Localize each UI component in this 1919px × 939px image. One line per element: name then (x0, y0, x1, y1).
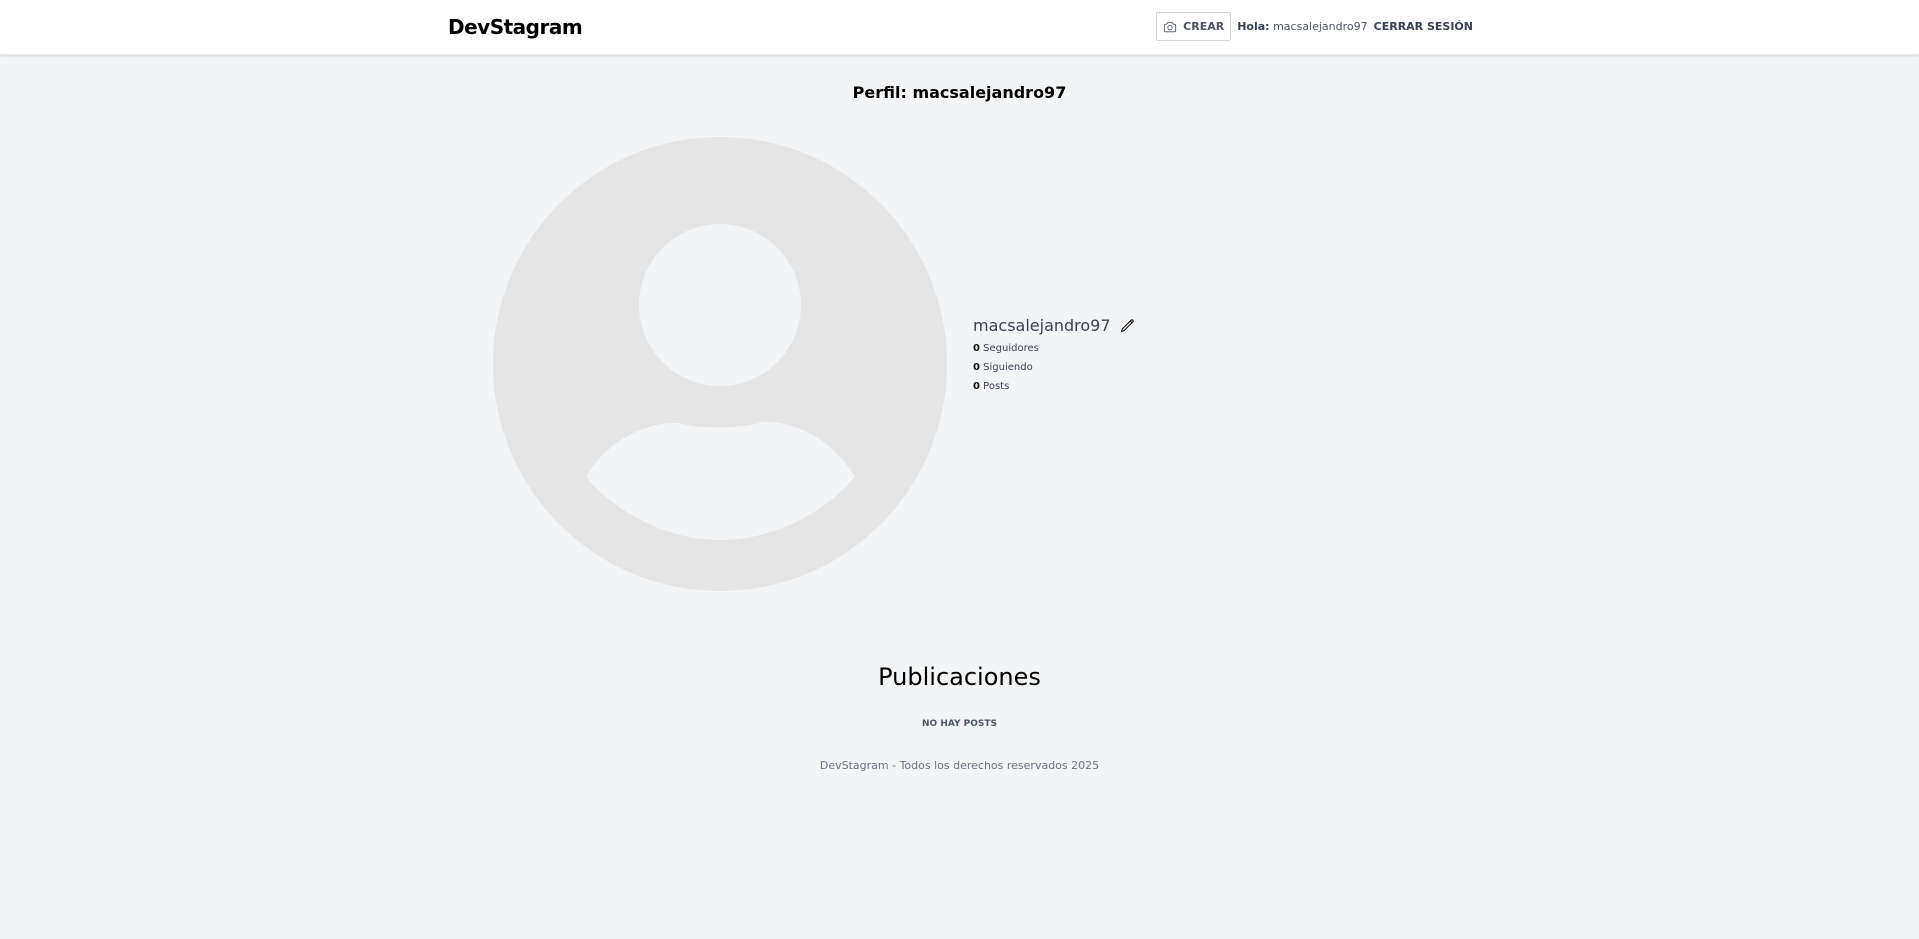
empty-posts-message: NO HAY POSTS (922, 719, 997, 729)
create-post-button[interactable]: CREAR (1156, 12, 1232, 41)
user-avatar-placeholder (493, 137, 947, 591)
following-count: 0 (973, 362, 980, 373)
greeting-username: macsalejandro97 (1273, 20, 1368, 33)
followers-label: Seguidores (983, 343, 1039, 354)
followers-stat[interactable]: 0 Seguidores (973, 343, 1135, 354)
username-row: macsalejandro97 (973, 316, 1135, 335)
followers-count: 0 (973, 343, 980, 354)
top-navbar: DevStagram CREAR Hola: macsalejandro97 C… (0, 0, 1919, 55)
profile-info: macsalejandro97 0 Seguidores 0 Siguiendo… (973, 316, 1135, 392)
posts-stat: 0 Posts (973, 381, 1135, 392)
greeting-text: Hola: macsalejandro97 (1237, 20, 1367, 33)
publications-heading: Publicaciones (878, 663, 1041, 691)
page-title: Perfil: macsalejandro97 (852, 83, 1067, 102)
following-label: Siguiendo (983, 362, 1033, 373)
create-button-label: CREAR (1183, 20, 1225, 33)
greeting-prefix: Hola: (1237, 20, 1270, 33)
posts-count: 0 (973, 381, 980, 392)
page-footer: DevStagram - Todos los derechos reservad… (819, 759, 1100, 772)
posts-label: Posts (983, 381, 1010, 392)
logout-link[interactable]: CERRAR SESIÓN (1374, 20, 1473, 33)
user-nav: CREAR Hola: macsalejandro97 CERRAR SESIÓ… (1156, 12, 1473, 41)
camera-icon (1164, 21, 1177, 32)
site-logo[interactable]: DevStagram (448, 15, 583, 39)
profile-username: macsalejandro97 (973, 316, 1111, 335)
following-stat[interactable]: 0 Siguiendo (973, 362, 1135, 373)
pencil-icon[interactable] (1119, 318, 1135, 334)
